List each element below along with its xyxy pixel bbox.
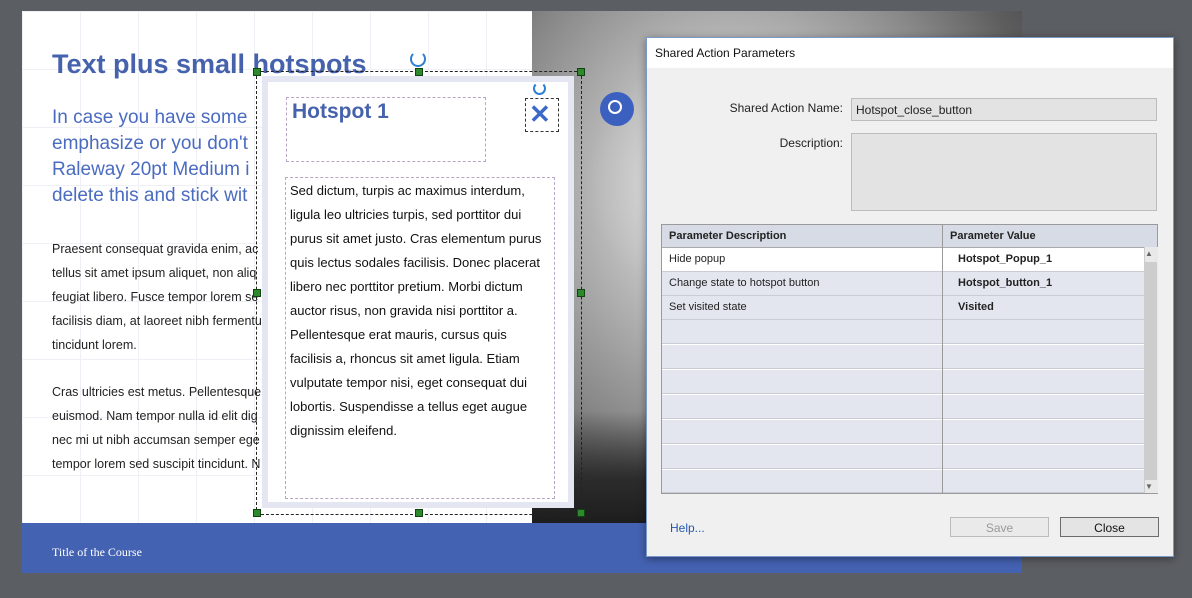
resize-handle-n[interactable] — [415, 68, 423, 76]
table-row-empty — [662, 370, 1144, 394]
table-row-empty — [662, 320, 1144, 344]
close-x-icon: ✕ — [529, 99, 551, 129]
table-row[interactable]: Change state to hotspot button Hotspot_b… — [662, 272, 1144, 296]
param-description: Set visited state — [669, 301, 747, 313]
save-button[interactable]: Save — [950, 517, 1049, 537]
table-row-empty — [662, 445, 1144, 469]
column-header-value[interactable]: Parameter Value — [950, 230, 1036, 242]
resize-handle-sw[interactable] — [253, 509, 261, 517]
selection-box[interactable] — [256, 71, 582, 515]
table-row-empty — [662, 420, 1144, 444]
resize-handle-s[interactable] — [415, 509, 423, 517]
table-row-empty — [662, 345, 1144, 369]
action-name-field[interactable]: Hotspot_close_button — [851, 98, 1157, 121]
column-header-description[interactable]: Parameter Description — [669, 230, 786, 242]
resize-handle-se[interactable] — [577, 509, 585, 517]
param-description: Hide popup — [669, 253, 726, 265]
dialog-title: Shared Action Parameters — [655, 46, 796, 60]
scroll-down-icon[interactable]: ▼ — [1145, 482, 1153, 491]
table-row[interactable]: Hide popup Hotspot_Popup_1 — [662, 248, 1144, 272]
scrollbar-thumb[interactable] — [1145, 262, 1157, 480]
resize-handle-e[interactable] — [577, 289, 585, 297]
rotate-icon[interactable] — [410, 51, 426, 67]
description-field[interactable] — [851, 133, 1157, 211]
param-value[interactable]: Visited — [958, 301, 994, 313]
rotate-icon[interactable] — [533, 82, 546, 95]
param-value[interactable]: Hotspot_button_1 — [958, 277, 1052, 289]
help-link[interactable]: Help... — [670, 521, 705, 535]
param-value[interactable]: Hotspot_Popup_1 — [958, 253, 1052, 265]
circle-icon — [608, 100, 622, 114]
param-description: Change state to hotspot button — [669, 277, 820, 289]
scroll-up-icon[interactable]: ▲ — [1145, 249, 1153, 258]
table-row-empty — [662, 470, 1144, 493]
resize-handle-nw[interactable] — [253, 68, 261, 76]
resize-handle-ne[interactable] — [577, 68, 585, 76]
close-button[interactable]: Close — [1060, 517, 1159, 537]
table-row-empty — [662, 395, 1144, 419]
description-label: Description: — [779, 136, 843, 150]
table-row[interactable]: Set visited state Visited — [662, 296, 1144, 320]
action-name-label: Shared Action Name: — [729, 101, 843, 115]
column-divider — [942, 225, 943, 493]
course-title: Title of the Course — [52, 545, 142, 559]
resize-handle-w[interactable] — [253, 289, 261, 297]
